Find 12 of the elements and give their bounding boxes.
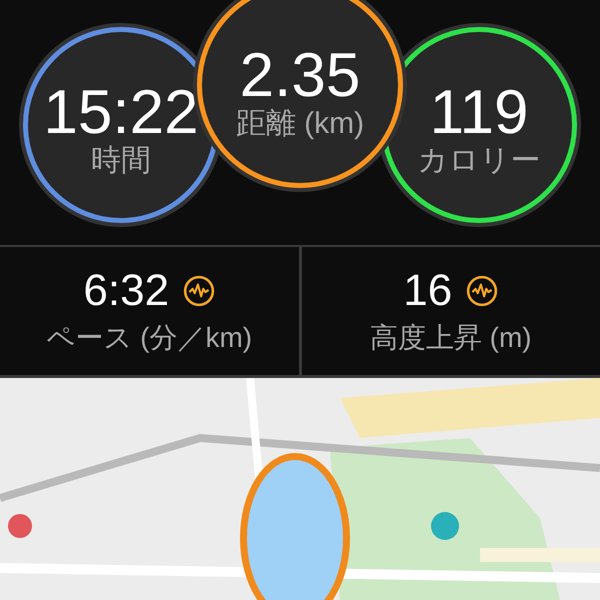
ring-value: 15:22 (43, 82, 199, 144)
ring-label: カロリー (418, 144, 540, 176)
pulse-icon[interactable] (183, 274, 216, 307)
stat-value: 16 (403, 268, 452, 313)
stat-value: 6:32 (83, 268, 170, 313)
stat-label: 高度上昇 (m) (370, 322, 532, 354)
stat-label: ペース (分／km) (46, 322, 252, 354)
ring-label: 距離 (km) (236, 106, 364, 140)
ring-value: 119 (430, 82, 528, 144)
ring-label: 時間 (91, 144, 151, 176)
pulse-icon[interactable] (466, 274, 498, 307)
ring-value: 2.35 (240, 44, 360, 106)
